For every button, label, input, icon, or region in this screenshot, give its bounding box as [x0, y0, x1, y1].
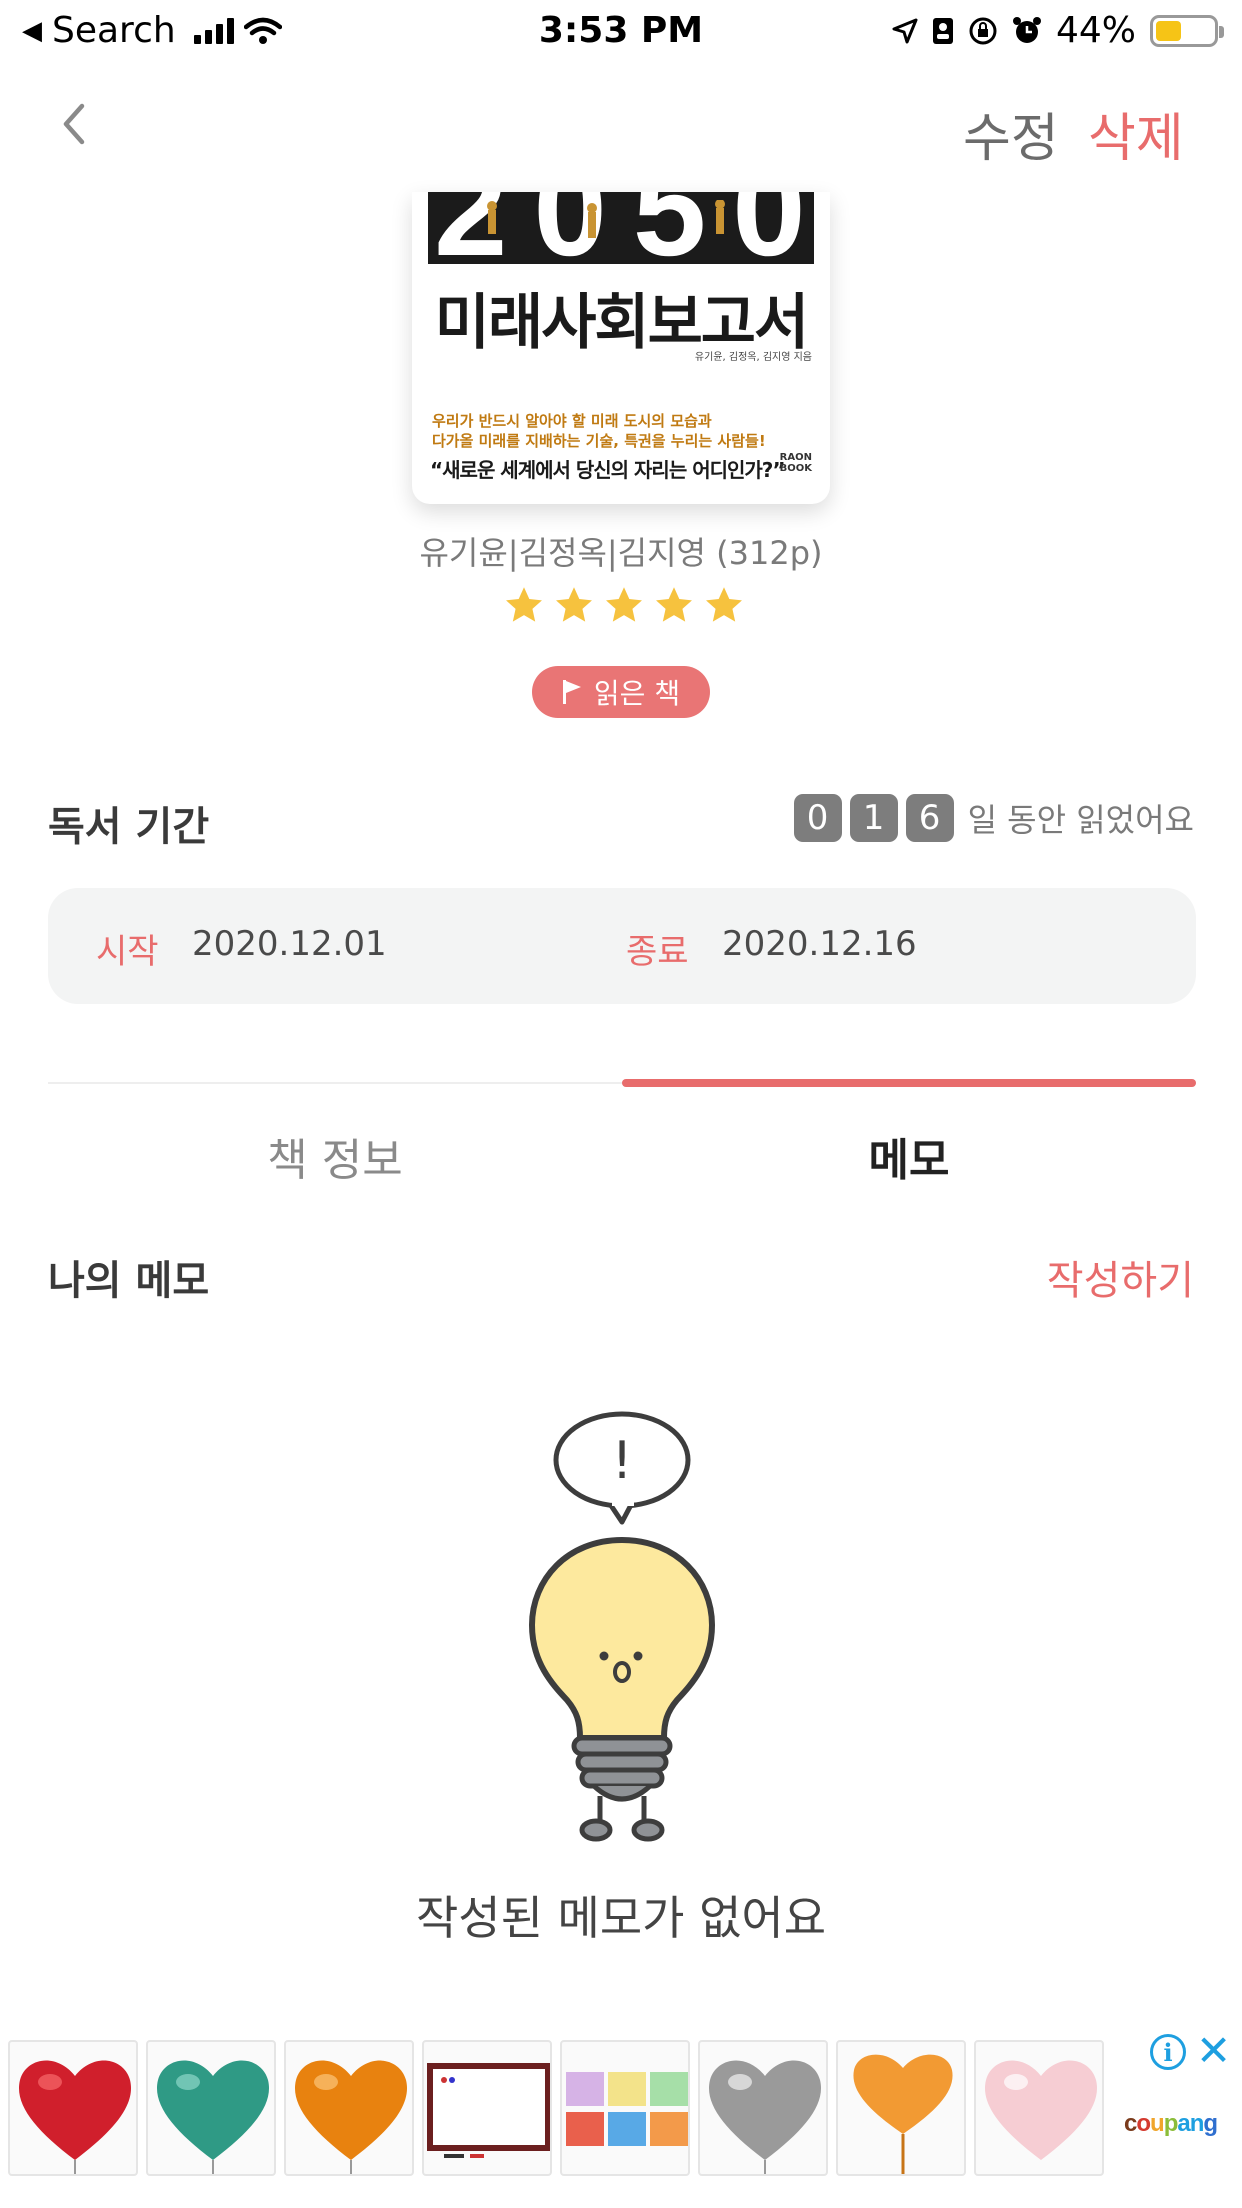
cover-publisher-line-1: RAON	[779, 452, 812, 463]
day-digit: 1	[849, 794, 898, 842]
battery-icon	[1150, 14, 1224, 47]
lightbulb-icon: !	[528, 1411, 716, 1842]
alarm-icon	[1012, 16, 1041, 43]
star-icon	[606, 587, 642, 622]
heart-balloon-icon	[18, 2060, 132, 2174]
ad-item-orange-heart-balloon[interactable]	[284, 2040, 414, 2176]
cover-publisher-line-2: BOOK	[779, 463, 812, 474]
status-bar: ◀ Search 3:53 PM 44%	[0, 0, 1242, 62]
day-digit: 0	[793, 794, 842, 842]
tab-memo[interactable]: 메모	[622, 1124, 1196, 1188]
ad-item-orange-heart-balloon-2[interactable]	[836, 2040, 966, 2176]
book-authors: 유기윤|김정옥|김지영 (312p)	[419, 534, 823, 572]
cover-authors: 유기윤, 김정옥, 김지영 지음	[694, 352, 812, 363]
tab-book-info[interactable]: 책 정보	[48, 1124, 622, 1188]
edit-button[interactable]: 수정	[963, 96, 1059, 171]
cover-quote: “새로운 세계에서 당신의 자리는 어디인가?”	[430, 458, 786, 482]
ad-close-icon[interactable]: ✕	[1196, 2030, 1231, 2072]
coupang-logo: coupang	[1124, 2110, 1218, 2137]
ad-item-pink-heart-balloon[interactable]	[974, 2040, 1104, 2176]
envelopes-icon	[566, 2072, 688, 2146]
battery-percent: 44%	[1055, 10, 1136, 51]
star-icon	[506, 587, 542, 622]
ad-banner[interactable]: i ✕ coupang	[0, 2024, 1242, 2208]
orientation-lock-icon	[969, 17, 997, 44]
end-label: 종료	[626, 932, 689, 972]
contact-card-icon	[932, 17, 953, 44]
flag-icon	[562, 680, 581, 704]
location-icon	[892, 18, 918, 43]
cover-tagline-1: 우리가 반드시 알아야 할 미래 도시의 모습과	[432, 412, 712, 430]
reading-days: 0 1 6 일 동안 읽었어요	[793, 794, 1194, 842]
start-date[interactable]: 2020.12.01	[192, 924, 387, 964]
delete-button[interactable]: 삭제	[1088, 96, 1184, 171]
my-memo-title: 나의 메모	[48, 1258, 210, 1304]
rating-stars	[502, 584, 746, 628]
star-icon	[706, 587, 742, 622]
ad-item-whiteboard[interactable]	[422, 2040, 552, 2176]
reading-period-title: 독서 기간	[48, 804, 210, 850]
heart-balloon-icon	[294, 2060, 408, 2174]
heart-balloon-icon	[156, 2060, 270, 2174]
whiteboard-icon	[427, 2063, 550, 2158]
end-date[interactable]: 2020.12.16	[722, 924, 917, 964]
cover-tagline-2: 다가올 미래를 지배하는 기술, 특권을 누리는 사람들!	[432, 432, 766, 450]
tab-active-indicator	[622, 1079, 1196, 1087]
ad-item-silver-heart-balloon[interactable]	[698, 2040, 828, 2176]
cover-title-band: 2050	[428, 192, 814, 264]
star-icon	[656, 587, 692, 622]
status-badge-label: 읽은 책	[593, 677, 681, 710]
heart-balloon-icon	[984, 2060, 1098, 2160]
back-chevron-icon[interactable]	[52, 92, 96, 156]
ad-item-green-heart-balloon[interactable]	[146, 2040, 276, 2176]
heart-balloon-icon	[708, 2060, 822, 2174]
status-badge[interactable]: 읽은 책	[532, 666, 710, 718]
star-icon	[556, 587, 592, 622]
status-right: 44%	[892, 10, 1224, 51]
start-label: 시작	[96, 932, 159, 972]
book-cover: 2050 미래사회보고서 유기윤, 김정옥, 김지영 지음 우리가 반드시 알아…	[412, 192, 830, 504]
write-memo-button[interactable]: 작성하기	[1047, 1248, 1194, 1306]
empty-memo-text: 작성된 메모가 없어요	[415, 1891, 827, 1945]
day-digit: 6	[905, 794, 954, 842]
ad-item-envelopes[interactable]	[560, 2040, 690, 2176]
ad-info-icon[interactable]: i	[1150, 2034, 1186, 2070]
cover-figures-icon	[487, 200, 725, 238]
cover-publisher: RAON BOOK	[780, 452, 812, 474]
date-range-box[interactable]: 시작 2020.12.01 종료 2020.12.16	[48, 888, 1196, 1004]
ad-item-red-heart-balloon[interactable]	[8, 2040, 138, 2176]
heart-balloon-icon	[853, 2054, 953, 2174]
empty-exclamation: !	[612, 1431, 633, 1491]
days-suffix: 일 동안 읽었어요	[967, 801, 1194, 839]
